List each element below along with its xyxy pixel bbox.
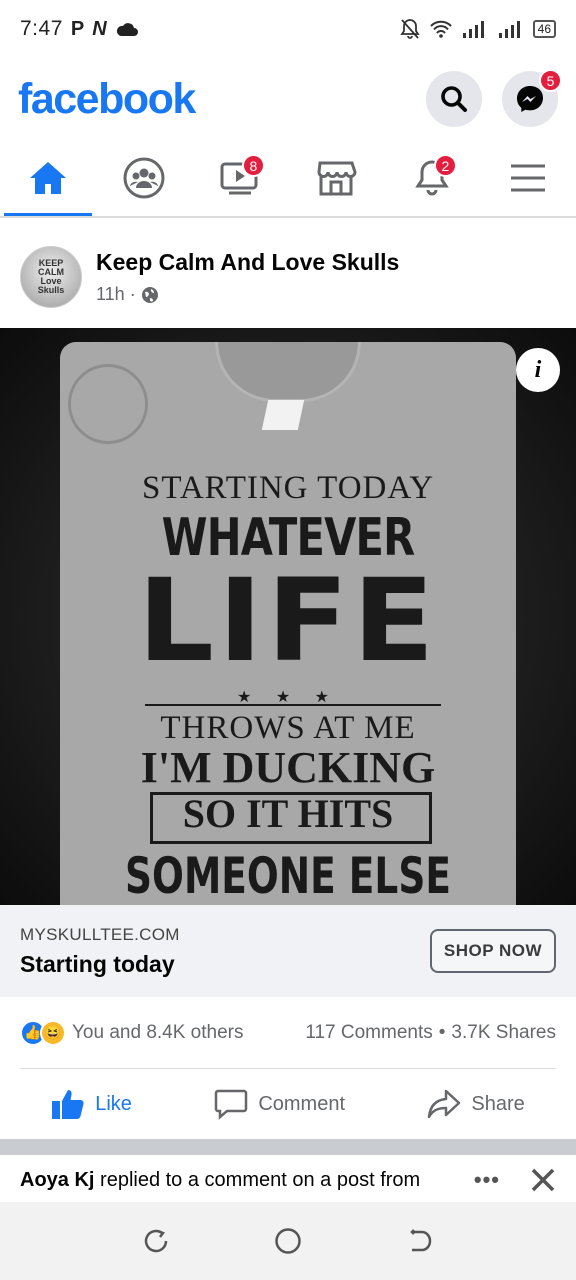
dot-separator: · (129, 284, 136, 304)
engagement-counts: 117 Comments • 3.7K Shares (305, 1022, 556, 1044)
comment-label: Comment (258, 1092, 346, 1115)
shirt-tag (261, 400, 305, 430)
globe-icon (141, 286, 158, 303)
comments-count[interactable]: 117 Comments (305, 1022, 432, 1044)
status-left: 7:47 P N (20, 17, 139, 41)
notification-body: replied to a comment on a post from (100, 1169, 421, 1191)
tshirt-graphic: STARTING TODAY WHATEVER LIFE ★ ★ ★ THROW… (60, 342, 516, 905)
comment-icon (215, 1089, 248, 1120)
mute-bell-icon (399, 19, 420, 39)
share-label: Share (471, 1092, 525, 1115)
groups-icon (123, 157, 165, 199)
share-button[interactable]: Share (427, 1088, 525, 1120)
tab-watch[interactable]: 8 (192, 140, 288, 216)
shirt-line-7: SOMEONE ELSE (125, 847, 451, 905)
app-header: facebook 5 (0, 58, 576, 140)
search-icon (441, 86, 467, 112)
link-title: Starting today (20, 950, 175, 977)
search-button[interactable] (426, 71, 482, 127)
tab-home[interactable] (0, 140, 96, 216)
shirt-line-1: STARTING TODAY (141, 470, 435, 506)
link-text: MYSKULLTEE.COM Starting today (20, 925, 180, 978)
notification-name[interactable]: Aoya Kj (20, 1169, 94, 1191)
shirt-line-6: SO IT HITS (182, 791, 394, 836)
watch-badge: 8 (241, 154, 265, 177)
facebook-logo[interactable]: facebook (18, 75, 196, 124)
tab-menu[interactable] (480, 140, 576, 216)
recents-icon[interactable] (142, 1227, 170, 1255)
system-nav-bar (0, 1202, 576, 1280)
tab-marketplace[interactable] (288, 140, 384, 216)
reactions-text[interactable]: You and 8.4K others (72, 1022, 244, 1044)
share-icon (428, 1089, 461, 1119)
dot-separator: • (438, 1021, 446, 1043)
link-preview[interactable]: MYSKULLTEE.COM Starting today SHOP NOW (0, 905, 576, 997)
menu-icon (511, 164, 545, 192)
post-image[interactable]: STARTING TODAY WHATEVER LIFE ★ ★ ★ THROW… (0, 328, 576, 905)
status-n-icon: N (92, 17, 107, 40)
shirt-line-5: I'M DUCKING (140, 743, 436, 792)
watermark-logo (68, 364, 148, 444)
back-icon[interactable] (406, 1227, 434, 1255)
tab-notifications[interactable]: 2 (384, 140, 480, 216)
avatar[interactable]: KEEP CALM Love Skulls (20, 246, 82, 308)
feed-separator (0, 1139, 576, 1155)
status-bar: 7:47 P N 46 (0, 0, 576, 58)
status-right: 46 (399, 18, 556, 40)
messenger-button[interactable]: 5 (502, 69, 562, 127)
like-label: Like (95, 1092, 132, 1115)
close-icon[interactable] (530, 1167, 556, 1193)
post-time[interactable]: 11h (96, 284, 125, 305)
post-meta: Keep Calm And Love Skulls 11h · (96, 249, 399, 305)
post-header: KEEP CALM Love Skulls Keep Calm And Love… (0, 226, 576, 328)
like-button[interactable]: Like (51, 1088, 132, 1120)
shares-count[interactable]: 3.7K Shares (451, 1022, 556, 1044)
shirt-collar (215, 342, 361, 402)
notification-text: Aoya Kj replied to a comment on a post f… (20, 1167, 420, 1193)
link-domain: MYSKULLTEE.COM (20, 924, 180, 944)
signal-icon (462, 21, 484, 38)
notification-actions: ••• (474, 1167, 556, 1193)
home-nav-icon[interactable] (273, 1226, 303, 1256)
avatar-line-4: Skulls (37, 285, 65, 295)
comment-button[interactable]: Comment (214, 1088, 345, 1120)
notifications-badge: 2 (433, 154, 457, 177)
more-options-icon[interactable]: ••• (474, 1167, 500, 1193)
reaction-icons[interactable]: 👍 😆 (20, 1019, 66, 1046)
shop-now-button[interactable]: SHOP NOW (429, 929, 556, 973)
header-actions: 5 (426, 69, 562, 127)
messenger-badge: 5 (539, 69, 562, 92)
signal-icon-2 (498, 21, 520, 38)
ad-info-button[interactable]: i (516, 348, 560, 392)
cloud-icon (116, 23, 138, 36)
tab-groups[interactable] (96, 140, 192, 216)
status-time: 7:47 (20, 17, 63, 40)
thumbs-up-icon (52, 1090, 84, 1119)
post-actions: Like Comment Share (0, 1069, 576, 1139)
haha-reaction-icon: 😆 (40, 1019, 66, 1046)
feed-post: KEEP CALM Love Skulls Keep Calm And Love… (0, 226, 576, 1215)
post-author[interactable]: Keep Calm And Love Skulls (96, 249, 399, 276)
reactions-row: 👍 😆 You and 8.4K others 117 Comments • 3… (20, 997, 556, 1069)
marketplace-icon (317, 161, 357, 196)
shirt-line-3: LIFE (137, 555, 439, 688)
wifi-icon (429, 20, 452, 38)
post-time-row: 11h · (96, 284, 399, 305)
tab-bar: 8 2 (0, 140, 576, 218)
status-p-icon: P (70, 17, 85, 40)
home-icon (30, 162, 66, 194)
shirt-rule (145, 704, 441, 706)
battery-icon: 46 (532, 20, 556, 38)
